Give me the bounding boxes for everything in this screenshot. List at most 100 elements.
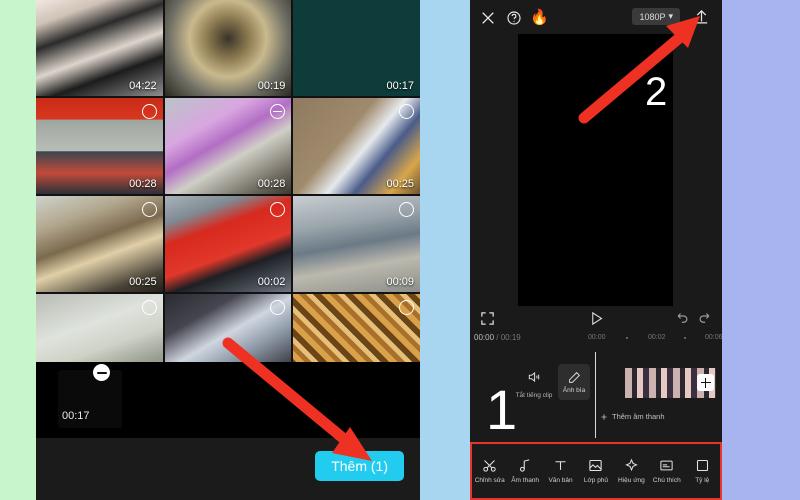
toolbar-item-text[interactable]: Văn bản: [543, 458, 578, 484]
thumb-select-circle-icon[interactable]: [141, 104, 157, 119]
media-thumb[interactable]: 00:02: [164, 196, 292, 292]
thumb-select-circle-icon[interactable]: [398, 104, 414, 119]
selected-clip-duration: 00:17: [62, 410, 90, 422]
media-grid: 04:22 00:19 00:17 00:28 00:28 00:25 00:2…: [36, 0, 420, 390]
mute-clip-button[interactable]: Tắt tiếng clip: [514, 370, 554, 399]
thumb-select-circle-icon[interactable]: [141, 300, 157, 315]
toolbar-label: Chú thích: [652, 477, 681, 484]
timeline-ruler: 00:00 / 00:19 00:00 00:02 00:06: [470, 332, 722, 348]
redo-icon[interactable]: [697, 311, 712, 326]
undo-icon[interactable]: [675, 311, 690, 326]
toolbar-item-overlay[interactable]: Lớp phủ: [578, 458, 613, 484]
overlay-icon: [589, 459, 603, 472]
thumb-duration: 00:25: [386, 178, 414, 190]
question-circle-icon[interactable]: [506, 10, 522, 26]
media-thumb[interactable]: 00:17: [293, 0, 420, 96]
pencil-icon: [568, 371, 580, 383]
playback-controls: [470, 308, 722, 332]
remove-clip-icon[interactable]: [93, 364, 110, 381]
media-thumb[interactable]: 00:19: [164, 0, 292, 96]
toolbar-label: Lớp phủ: [583, 477, 609, 484]
media-thumb[interactable]: 04:22: [36, 0, 163, 96]
toolbar-item-effects[interactable]: Hiệu ứng: [614, 458, 649, 484]
close-icon[interactable]: [480, 10, 496, 26]
cover-image-button[interactable]: Ảnh bìa: [558, 364, 590, 400]
media-thumb[interactable]: 00:28: [164, 98, 292, 194]
video-preview[interactable]: [518, 34, 673, 306]
play-icon[interactable]: [589, 310, 604, 327]
text-T-icon: [555, 461, 566, 470]
media-thumb[interactable]: 00:25: [293, 98, 420, 194]
background-right: [722, 0, 800, 500]
thumb-select-circle-icon[interactable]: [270, 104, 286, 119]
plus-icon: [601, 413, 607, 420]
selected-clip-item[interactable]: 00:17: [58, 370, 122, 428]
toolbar-label: Văn bản: [548, 477, 573, 484]
toolbar-item-ratio[interactable]: Tỷ lệ: [685, 458, 720, 484]
flame-icon: 🔥: [530, 9, 549, 26]
thumb-duration: 00:28: [257, 178, 286, 190]
thumb-duration: 00:17: [386, 80, 414, 92]
video-editor-screen: 🔥 1080P ▾ 00:00 / 00:19 00:00 00:02 00:0…: [470, 0, 722, 500]
toolbar-label: Hiệu ứng: [618, 477, 645, 484]
current-time: 00:00: [474, 333, 495, 342]
thumb-select-circle-icon[interactable]: [398, 300, 414, 315]
ruler-tick: 00:02: [648, 334, 666, 341]
thumb-duration: 00:19: [257, 80, 286, 92]
ruler-dot: [684, 337, 686, 339]
add-button[interactable]: Thêm (1): [315, 451, 404, 481]
music-note-icon: [519, 459, 530, 472]
toolbar-item-caption[interactable]: Chú thích: [649, 458, 684, 484]
editor-topbar: 🔥 1080P ▾: [470, 0, 722, 36]
thumb-duration: 00:25: [129, 276, 157, 288]
background-left: [0, 0, 36, 500]
toolbar-label: Chỉnh sửa: [474, 477, 505, 484]
media-thumb[interactable]: 00:09: [293, 196, 420, 292]
chevron-down-icon: ▾: [668, 11, 673, 21]
editor-toolbar: Chỉnh sửa Âm thanh Văn bản Lớp phủ Hiệu …: [470, 442, 722, 500]
toolbar-label: Âm thanh: [511, 477, 540, 484]
thumb-select-circle-icon[interactable]: [141, 202, 157, 217]
upload-icon[interactable]: [693, 8, 710, 25]
selected-clips-strip: 00:17: [36, 362, 420, 438]
media-thumb[interactable]: 00:25: [36, 196, 163, 292]
sparkle-icon: [625, 458, 638, 472]
speaker-mute-icon: [528, 371, 540, 383]
video-track[interactable]: [600, 368, 716, 398]
background-middle: [420, 0, 470, 500]
timecode-display: 00:00 / 00:19: [474, 333, 521, 342]
picker-action-bar: Thêm (1): [36, 438, 420, 500]
toolbar-label: Tỷ lệ: [695, 477, 710, 484]
aspect-ratio-icon: [696, 459, 708, 472]
caption-icon: [660, 460, 673, 471]
ruler-tick: 00:06: [705, 334, 722, 341]
timeline-tracks: Tắt tiếng clip Ảnh bìa 1 Thêm âm thanh: [470, 352, 722, 438]
resolution-label: 1080P: [639, 11, 666, 22]
screenshot-root: 04:22 00:19 00:17 00:28 00:28 00:25 00:2…: [0, 0, 800, 500]
total-time: 00:19: [500, 333, 521, 342]
media-picker-screen: 04:22 00:19 00:17 00:28 00:28 00:25 00:2…: [36, 0, 420, 500]
ruler-dot: [626, 337, 628, 339]
thumb-select-circle-icon[interactable]: [270, 300, 286, 315]
scissors-icon: [483, 460, 496, 472]
thumb-duration: 00:02: [257, 276, 286, 288]
time-separator: /: [496, 333, 499, 342]
add-clip-icon[interactable]: [697, 374, 714, 391]
thumb-duration: 00:28: [129, 178, 157, 190]
media-thumb[interactable]: 00:28: [36, 98, 163, 194]
toolbar-item-edit[interactable]: Chỉnh sửa: [472, 458, 507, 484]
fullscreen-icon[interactable]: [480, 311, 495, 326]
add-audio-track[interactable]: Thêm âm thanh: [600, 412, 665, 421]
thumb-select-circle-icon[interactable]: [398, 202, 414, 217]
resolution-selector[interactable]: 1080P ▾: [632, 8, 680, 25]
ruler-tick: 00:00: [588, 334, 606, 341]
annotation-step-1: 1: [486, 378, 518, 441]
add-audio-label: Thêm âm thanh: [612, 412, 665, 421]
playhead: [595, 352, 596, 438]
mute-clip-label: Tắt tiếng clip: [515, 392, 553, 399]
thumb-select-circle-icon[interactable]: [270, 202, 286, 217]
toolbar-item-audio[interactable]: Âm thanh: [507, 458, 542, 484]
thumb-duration: 04:22: [129, 80, 157, 92]
cover-image-label: Ảnh bìa: [562, 386, 586, 394]
thumb-duration: 00:09: [386, 276, 414, 288]
